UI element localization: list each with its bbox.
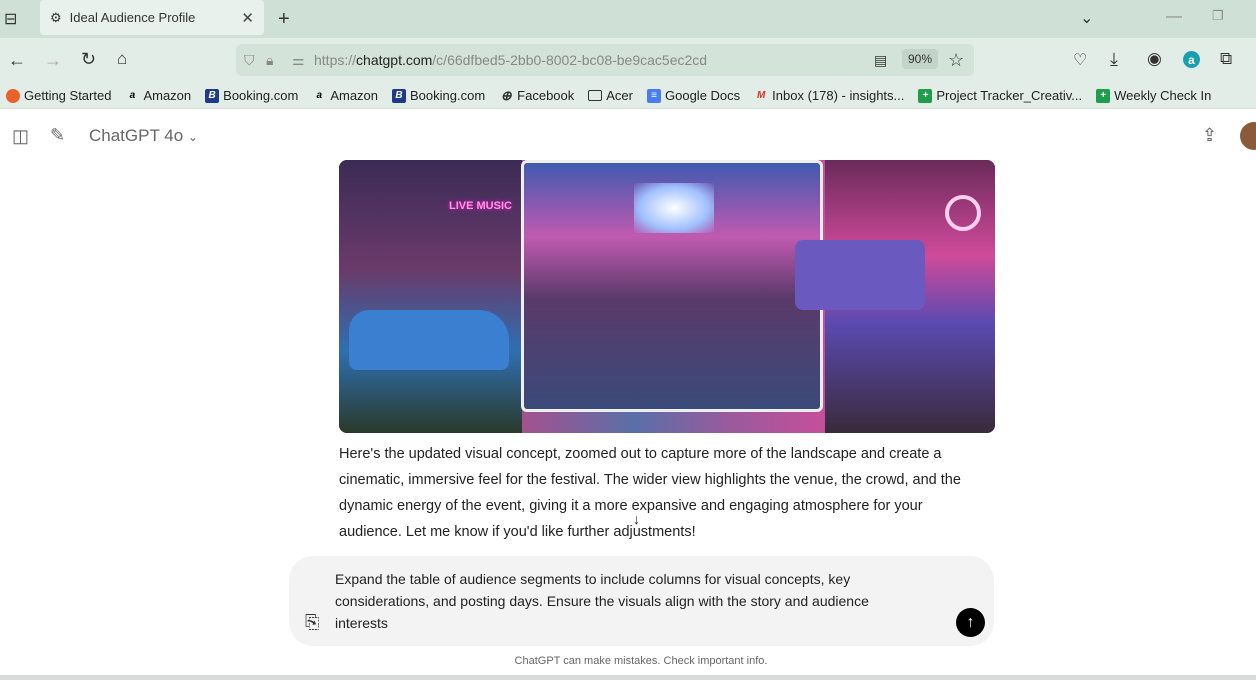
assistant-response: Here's the updated visual concept, zoome…: [339, 446, 961, 540]
chevron-down-icon: ⌄: [187, 130, 198, 144]
booking-icon: B: [392, 88, 407, 103]
bookmark-label: Booking.com: [410, 88, 486, 103]
bookmark-project-tracker[interactable]: + Project Tracker_Creativ...: [918, 88, 1082, 103]
home-icon[interactable]: ⌂: [117, 49, 127, 69]
bookmark-getting-started[interactable]: Getting Started: [6, 88, 111, 103]
tab-bar: ⊟ ⚙ Ideal Audience Profile ✕ + ⌄ — ❐: [0, 0, 1256, 38]
bookmark-label: Amazon: [330, 88, 379, 103]
url-host: chatgpt.com: [356, 52, 433, 68]
booking-icon: B: [205, 88, 220, 103]
bookmark-label: Project Tracker_Creativ...: [936, 88, 1083, 103]
amazon-icon: a: [129, 89, 136, 101]
model-name: ChatGPT 4o: [89, 126, 184, 145]
tab-ideal-audience-profile[interactable]: ⚙ Ideal Audience Profile ✕: [40, 0, 264, 35]
bookmark-facebook[interactable]: ⊕ Facebook: [499, 87, 575, 103]
globe-icon: ⊕: [500, 87, 512, 103]
reader-view-icon[interactable]: ▤: [874, 52, 887, 69]
amazon-icon: a: [316, 89, 323, 101]
url-path: /c/66dfbed5-2bb0-8002-bc08-be9cac5ec2cd: [432, 52, 708, 68]
tab-list-icon[interactable]: ⊟: [4, 9, 17, 29]
bookmark-inbox[interactable]: M Inbox (178) - insights...: [754, 88, 904, 103]
bookmark-booking[interactable]: B Booking.com: [205, 88, 298, 103]
scroll-down-icon[interactable]: ↓: [633, 511, 640, 527]
image-panel-center: [521, 160, 823, 412]
bookmark-label: Google Docs: [665, 88, 741, 103]
message-composer[interactable]: Expand the table of audience segments to…: [289, 556, 994, 646]
bookmark-label: Acer: [606, 88, 633, 103]
gmail-icon: M: [756, 89, 766, 101]
generated-festival-image[interactable]: LIVE MUSIC: [339, 160, 995, 433]
chatgpt-icon: ⚙: [50, 9, 62, 25]
sheets-icon: +: [918, 88, 933, 103]
shield-icon: ⛉: [244, 51, 255, 68]
chevron-down-icon[interactable]: ⌄: [1080, 8, 1093, 28]
bookmark-acer[interactable]: Acer: [588, 88, 633, 103]
attach-icon[interactable]: ⎘: [305, 612, 319, 633]
forward-icon[interactable]: →: [44, 50, 62, 71]
address-bar[interactable]: ⛉ 🔒︎ ⚌ https://chatgpt.com/c/66dfbed5-2b…: [236, 44, 974, 76]
car-shape: [349, 310, 509, 370]
close-tab-icon[interactable]: ✕: [241, 9, 254, 27]
bookmark-label: Weekly Check In: [1114, 88, 1212, 103]
bookmark-label: Getting Started: [24, 88, 112, 103]
account-icon[interactable]: ◉: [1147, 49, 1162, 69]
download-icon[interactable]: ⤓: [1110, 49, 1118, 70]
nav-bar: ← → ↻ ⌂ ⛉ 🔒︎ ⚌ https://chatgpt.com/c/66d…: [0, 38, 1256, 83]
new-chat-icon[interactable]: ✎: [50, 125, 65, 146]
minimize-icon[interactable]: —: [1166, 8, 1182, 26]
stage-lights: [634, 183, 714, 233]
neon-ring: [945, 195, 981, 231]
lock-icon: 🔒︎: [266, 51, 274, 68]
bookmark-google-docs[interactable]: ≡ Google Docs: [647, 88, 740, 103]
reload-icon[interactable]: ↻: [81, 49, 96, 70]
extensions-icon[interactable]: ⧉: [1220, 49, 1232, 69]
restore-icon[interactable]: ❐: [1212, 8, 1224, 24]
bookmark-label: Inbox (178) - insights...: [772, 88, 905, 103]
star-icon[interactable]: ☆: [948, 50, 964, 71]
image-panel-right: [795, 160, 995, 433]
bottom-scrollbar[interactable]: [0, 675, 1256, 680]
new-tab-icon[interactable]: +: [278, 8, 290, 31]
arrow-up-icon: ↑: [966, 613, 975, 631]
bookmark-amazon[interactable]: a Amazon: [312, 88, 378, 103]
avatar[interactable]: [1240, 122, 1256, 150]
url-scheme: https://: [314, 52, 357, 68]
message-input[interactable]: Expand the table of audience segments to…: [335, 568, 915, 634]
bookmark-label: Booking.com: [223, 88, 299, 103]
send-button[interactable]: ↑: [956, 608, 985, 637]
bookmark-label: Facebook: [517, 88, 575, 103]
permissions-icon[interactable]: ⚌: [292, 52, 314, 69]
bookmark-booking[interactable]: B Booking.com: [392, 88, 485, 103]
sidebar-toggle-icon[interactable]: ◫: [12, 126, 29, 147]
chat-header: ◫ ✎ ChatGPT 4o ⌄ ⇪: [0, 120, 1256, 152]
firefox-icon: [6, 88, 20, 103]
image-panel-left: LIVE MUSIC: [339, 160, 522, 433]
docs-icon: ≡: [647, 88, 661, 103]
folder-icon: [588, 90, 603, 101]
back-icon[interactable]: ←: [8, 50, 26, 71]
bookmark-weekly-check-in[interactable]: + Weekly Check In: [1096, 88, 1211, 103]
model-selector[interactable]: ChatGPT 4o ⌄: [89, 126, 198, 146]
bookmark-label: Amazon: [143, 88, 192, 103]
disclaimer: ChatGPT can make mistakes. Check importa…: [514, 655, 768, 667]
neon-sign: LIVE MUSIC: [449, 200, 512, 212]
bookmarks-bar: Getting Started a Amazon B Booking.com a Am…: [0, 83, 1256, 109]
pocket-icon[interactable]: ♡: [1073, 50, 1087, 70]
extension-a-icon[interactable]: a: [1183, 51, 1200, 68]
bookmark-amazon[interactable]: a Amazon: [125, 88, 191, 103]
tab-title: Ideal Audience Profile: [69, 10, 196, 25]
share-icon[interactable]: ⇪: [1202, 125, 1217, 146]
zoom-level[interactable]: 90%: [902, 49, 939, 69]
food-truck-shape: [795, 240, 925, 310]
sheets-icon: +: [1096, 88, 1111, 103]
